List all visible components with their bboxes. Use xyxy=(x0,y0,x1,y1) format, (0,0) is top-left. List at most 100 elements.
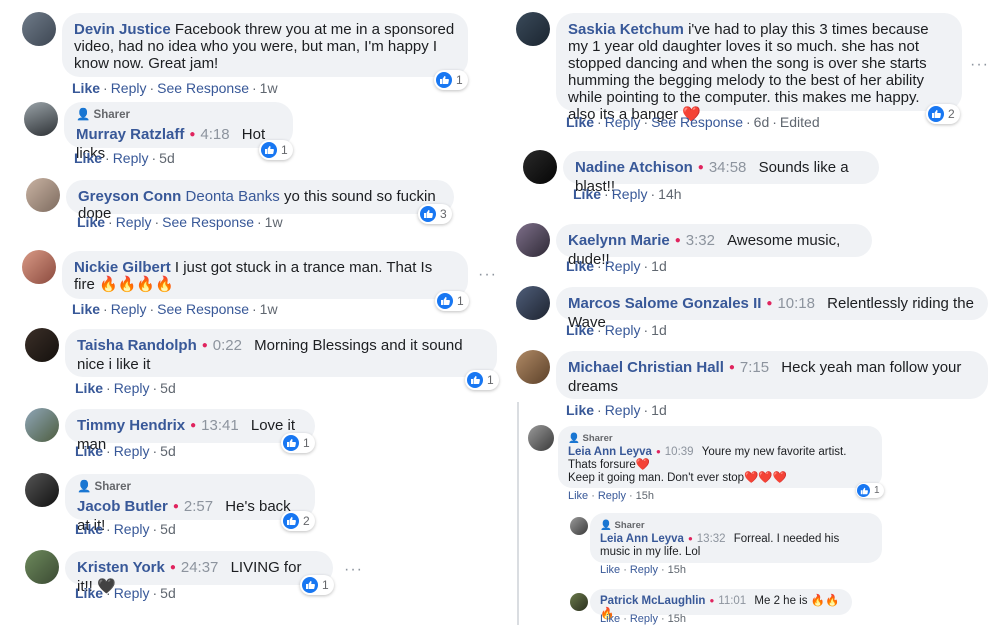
like-link[interactable]: Like xyxy=(75,380,103,396)
like-link[interactable]: Like xyxy=(566,402,594,418)
comment-time[interactable]: 15h xyxy=(636,490,654,502)
author-name[interactable]: Murray Ratzlaff xyxy=(76,126,184,143)
like-link[interactable]: Like xyxy=(72,301,100,317)
avatar[interactable] xyxy=(24,102,58,136)
reaction-count[interactable]: 1 xyxy=(435,291,469,311)
avatar[interactable] xyxy=(25,328,59,362)
reply-link[interactable]: Reply xyxy=(612,186,648,202)
author-name[interactable]: Kaelynn Marie xyxy=(568,232,670,249)
like-link[interactable]: Like xyxy=(566,322,594,338)
like-link[interactable]: Like xyxy=(72,80,100,96)
avatar[interactable] xyxy=(570,517,588,535)
video-timestamp[interactable]: 10:39 xyxy=(665,446,694,458)
avatar[interactable] xyxy=(516,350,550,384)
reaction-count[interactable]: 1 xyxy=(434,70,468,90)
reply-link[interactable]: Reply xyxy=(630,564,658,576)
like-link[interactable]: Like xyxy=(566,258,594,274)
comment-time[interactable]: 1d xyxy=(651,258,667,274)
reaction-count[interactable]: 1 xyxy=(856,483,884,498)
comment-time[interactable]: 5d xyxy=(160,443,176,459)
video-timestamp[interactable]: 2:57 xyxy=(184,498,213,515)
reply-link[interactable]: Reply xyxy=(598,490,626,502)
author-name[interactable]: Marcos Salome Gonzales II xyxy=(568,295,761,312)
author-name[interactable]: Leia Ann Leyva xyxy=(568,446,652,458)
like-link[interactable]: Like xyxy=(75,443,103,459)
more-options-icon[interactable]: ··· xyxy=(344,561,363,579)
like-link[interactable]: Like xyxy=(74,150,102,166)
author-name[interactable]: Nickie Gilbert xyxy=(74,259,171,276)
reply-link[interactable]: Reply xyxy=(605,258,641,274)
video-timestamp[interactable]: 13:32 xyxy=(697,533,726,545)
avatar[interactable] xyxy=(22,250,56,284)
reaction-count[interactable]: 2 xyxy=(926,104,960,124)
author-name[interactable]: Nadine Atchison xyxy=(575,159,693,176)
comment-time[interactable]: 1d xyxy=(651,402,667,418)
reply-link[interactable]: Reply xyxy=(111,80,147,96)
author-name[interactable]: Jacob Butler xyxy=(77,498,168,515)
see-response-link[interactable]: See Response xyxy=(157,301,249,317)
video-timestamp[interactable]: 0:22 xyxy=(213,337,242,354)
author-name[interactable]: Patrick McLaughlin xyxy=(600,595,705,607)
avatar[interactable] xyxy=(26,178,60,212)
like-link[interactable]: Like xyxy=(573,186,601,202)
video-timestamp[interactable]: 11:01 xyxy=(718,595,746,607)
avatar[interactable] xyxy=(22,12,56,46)
comment-time[interactable]: 5d xyxy=(159,150,175,166)
reply-link[interactable]: Reply xyxy=(111,301,147,317)
reply-link[interactable]: Reply xyxy=(113,150,149,166)
reply-link[interactable]: Reply xyxy=(114,443,150,459)
author-name[interactable]: Greyson Conn xyxy=(78,188,181,205)
reply-link[interactable]: Reply xyxy=(116,214,152,230)
reaction-count[interactable]: 1 xyxy=(300,575,334,595)
video-timestamp[interactable]: 7:15 xyxy=(740,359,769,376)
reaction-count[interactable]: 1 xyxy=(281,433,315,453)
comment-time[interactable]: 14h xyxy=(658,186,681,202)
video-timestamp[interactable]: 10:18 xyxy=(777,295,815,312)
reaction-count[interactable]: 1 xyxy=(465,370,499,390)
reply-link[interactable]: Reply xyxy=(605,322,641,338)
comment-time[interactable]: 5d xyxy=(160,585,176,601)
reply-link[interactable]: Reply xyxy=(605,114,641,130)
comment-time[interactable]: 15h xyxy=(668,613,686,625)
comment-time[interactable]: 1w xyxy=(260,80,278,96)
like-link[interactable]: Like xyxy=(77,214,105,230)
reply-link[interactable]: Reply xyxy=(630,613,658,625)
author-name[interactable]: Saskia Ketchum xyxy=(568,21,684,38)
author-name[interactable]: Kristen York xyxy=(77,559,165,576)
author-name[interactable]: Devin Justice xyxy=(74,21,171,38)
avatar[interactable] xyxy=(528,425,554,451)
like-link[interactable]: Like xyxy=(75,585,103,601)
author-name[interactable]: Timmy Hendrix xyxy=(77,417,185,434)
author-name[interactable]: Michael Christian Hall xyxy=(568,359,724,376)
avatar[interactable] xyxy=(25,550,59,584)
video-timestamp[interactable]: 4:18 xyxy=(200,126,229,143)
reaction-count[interactable]: 1 xyxy=(259,140,293,160)
reply-link[interactable]: Reply xyxy=(114,585,150,601)
comment-time[interactable]: 6d xyxy=(754,114,770,130)
reply-link[interactable]: Reply xyxy=(114,521,150,537)
like-link[interactable]: Like xyxy=(600,564,620,576)
more-options-icon[interactable]: ··· xyxy=(478,266,497,284)
reply-link[interactable]: Reply xyxy=(114,380,150,396)
video-timestamp[interactable]: 24:37 xyxy=(181,559,219,576)
comment-time[interactable]: 1w xyxy=(260,301,278,317)
like-link[interactable]: Like xyxy=(566,114,594,130)
see-response-link[interactable]: See Response xyxy=(651,114,743,130)
avatar[interactable] xyxy=(25,473,59,507)
reaction-count[interactable]: 2 xyxy=(281,511,315,531)
avatar[interactable] xyxy=(25,408,59,442)
comment-time[interactable]: 5d xyxy=(160,380,176,396)
video-timestamp[interactable]: 34:58 xyxy=(709,159,747,176)
reaction-count[interactable]: 3 xyxy=(418,204,452,224)
edited-label[interactable]: Edited xyxy=(780,114,820,130)
avatar[interactable] xyxy=(523,150,557,184)
author-name[interactable]: Leia Ann Leyva xyxy=(600,533,684,545)
comment-time[interactable]: 1w xyxy=(265,214,283,230)
avatar[interactable] xyxy=(516,223,550,257)
reply-link[interactable]: Reply xyxy=(605,402,641,418)
comment-time[interactable]: 5d xyxy=(160,521,176,537)
video-timestamp[interactable]: 3:32 xyxy=(686,232,715,249)
more-options-icon[interactable]: ··· xyxy=(970,56,989,74)
like-link[interactable]: Like xyxy=(75,521,103,537)
see-response-link[interactable]: See Response xyxy=(157,80,249,96)
